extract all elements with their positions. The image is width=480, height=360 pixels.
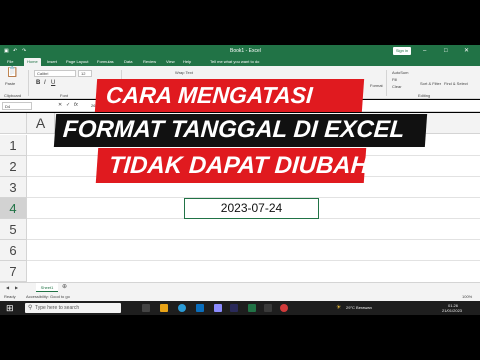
gridline <box>27 239 480 240</box>
row-header[interactable]: 3 <box>0 177 27 198</box>
enter-icon[interactable]: ✓ <box>66 103 70 108</box>
clipboard-group-label: Clipboard <box>4 93 22 98</box>
close-icon[interactable]: ✕ <box>464 47 469 55</box>
ribbon-separator <box>28 70 29 96</box>
row-header[interactable]: 7 <box>0 261 27 282</box>
taskbar-date[interactable]: 21/01/2023 <box>442 308 462 313</box>
add-sheet-icon[interactable]: ⊕ <box>62 283 67 292</box>
insert-function-icon[interactable]: fx <box>74 103 78 108</box>
format-button[interactable]: Format <box>370 83 383 88</box>
window-title: Book1 - Excel <box>230 48 261 54</box>
autosum-button[interactable]: AutoSum <box>392 70 408 75</box>
status-ready: Ready <box>4 294 16 299</box>
task-view-icon[interactable] <box>142 304 150 312</box>
tab-home[interactable]: Home <box>24 58 41 66</box>
row-header[interactable]: 1 <box>0 135 27 156</box>
file-explorer-icon[interactable] <box>160 304 168 312</box>
prev-sheet-icon[interactable]: ◀ <box>6 285 9 290</box>
font-name-select[interactable]: Calibri <box>34 70 76 77</box>
zoom-level[interactable]: 100% <box>462 293 472 300</box>
edge-icon[interactable] <box>178 304 186 312</box>
save-icon[interactable]: ▣ <box>4 48 9 54</box>
headline-line-3: TIDAK DAPAT DIUBAH <box>95 148 369 183</box>
headline-line-2: FORMAT TANGGAL DI EXCEL <box>53 114 428 147</box>
headline-line-1: CARA MENGATASI <box>94 79 365 112</box>
paste-icon[interactable]: 📋 <box>6 68 18 78</box>
row-header[interactable]: 6 <box>0 240 27 261</box>
letterbox-top <box>0 0 480 45</box>
taskbar: ⊞ Type here to search ⚲ ☀ 29°C Berawan 0… <box>0 301 480 315</box>
column-header-a[interactable]: A <box>27 113 55 134</box>
app-icon[interactable] <box>264 304 272 312</box>
wrap-text-button[interactable]: Wrap Text <box>175 70 193 75</box>
sort-filter-button[interactable]: Sort & Filter <box>420 81 441 86</box>
select-all-corner[interactable] <box>0 113 27 134</box>
tab-review[interactable]: Review <box>143 58 156 66</box>
ribbon-separator <box>386 70 387 96</box>
weather-status[interactable]: 29°C Berawan <box>346 305 372 310</box>
sheet-tab-bar: ◀ ▶ Sheet1 ⊕ <box>0 282 480 292</box>
title-bar: ▣ ↶ ↷ Book1 - Excel Sign in – □ ✕ <box>0 45 480 57</box>
maximize-icon[interactable]: □ <box>444 47 448 55</box>
gridline <box>27 260 480 261</box>
minimize-icon[interactable]: – <box>423 47 426 55</box>
accessibility-status[interactable]: Accessibility: Good to go <box>26 293 70 300</box>
ribbon-tabs: File Home Insert Page Layout Formulas Da… <box>0 57 480 66</box>
next-sheet-icon[interactable]: ▶ <box>15 285 18 290</box>
tab-insert[interactable]: Insert <box>47 58 57 66</box>
weather-icon: ☀ <box>336 305 342 311</box>
bold-icon[interactable]: B <box>36 79 40 87</box>
store-icon[interactable] <box>196 304 204 312</box>
tab-view[interactable]: View <box>166 58 175 66</box>
tab-file[interactable]: File <box>7 58 13 66</box>
letterbox-bottom <box>0 315 480 360</box>
redo-icon[interactable]: ↷ <box>22 48 26 54</box>
row-header[interactable]: 5 <box>0 219 27 240</box>
tab-page-layout[interactable]: Page Layout <box>66 58 88 66</box>
sheet-tab[interactable]: Sheet1 <box>36 283 58 292</box>
tab-help[interactable]: Help <box>183 58 191 66</box>
record-icon[interactable] <box>280 304 288 312</box>
tab-data[interactable]: Data <box>124 58 132 66</box>
windows-start-icon[interactable]: ⊞ <box>6 303 14 313</box>
excel-taskbar-icon[interactable] <box>248 304 256 312</box>
after-effects-icon[interactable] <box>230 304 238 312</box>
find-select-button[interactable]: Find & Select <box>444 81 468 86</box>
mail-icon[interactable] <box>214 304 222 312</box>
clear-button[interactable]: Clear <box>392 84 402 89</box>
taskbar-search[interactable]: Type here to search <box>25 303 121 313</box>
paste-button[interactable]: Paste <box>5 81 15 86</box>
status-bar: Ready Accessibility: Good to go 100% <box>0 292 480 301</box>
editing-group-label: Editing <box>418 93 431 98</box>
row-header[interactable]: 2 <box>0 156 27 177</box>
font-size-select[interactable]: 12 <box>78 70 92 77</box>
selected-cell[interactable]: 2023-07-24 <box>184 198 319 219</box>
name-box[interactable]: D4 <box>2 102 32 110</box>
fill-button[interactable]: Fill <box>392 77 397 82</box>
italic-icon[interactable]: I <box>44 79 46 87</box>
search-icon: ⚲ <box>28 305 33 311</box>
undo-icon[interactable]: ↶ <box>13 48 17 54</box>
cancel-icon[interactable]: ✕ <box>58 103 62 108</box>
underline-icon[interactable]: U <box>51 79 55 87</box>
tab-formulas[interactable]: Formulas <box>97 58 114 66</box>
sign-in-button[interactable]: Sign in <box>393 47 411 55</box>
font-group-label: Font <box>60 93 69 98</box>
tell-me-search[interactable]: Tell me what you want to do <box>210 58 259 66</box>
row-header-selected[interactable]: 4 <box>0 198 27 219</box>
